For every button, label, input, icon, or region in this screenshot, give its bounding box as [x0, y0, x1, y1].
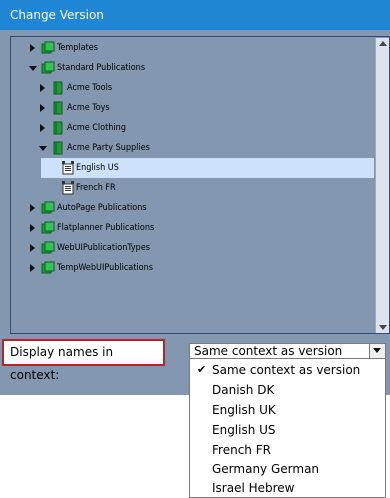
- version-document-icon: [62, 161, 74, 175]
- green-folder-icon: [41, 261, 55, 274]
- tree-item-label: TempWebUIPublications: [57, 263, 153, 273]
- tree-item-acme-toys[interactable]: Acme Toys: [11, 98, 374, 118]
- green-folder-icon: [41, 221, 55, 234]
- green-folder-icon: [41, 61, 55, 74]
- dropdown-option[interactable]: French FR: [190, 440, 385, 460]
- tree-item-label: Acme Party Supplies: [67, 143, 150, 153]
- dropdown-option-label: Same context as version: [212, 363, 361, 377]
- dropdown-option[interactable]: English UK: [190, 400, 385, 420]
- context-select-value: Same context as version: [194, 344, 343, 358]
- tree-scrollbar[interactable]: [375, 38, 389, 333]
- expand-arrow-icon[interactable]: [30, 224, 35, 232]
- version-document-icon: [62, 181, 74, 195]
- dropdown-option-label: English UK: [212, 403, 276, 417]
- green-folder-icon: [41, 201, 55, 214]
- chevron-down-icon: [373, 348, 381, 353]
- expand-arrow-icon[interactable]: [40, 124, 45, 132]
- scroll-up-icon[interactable]: [379, 41, 387, 46]
- publication-tree[interactable]: Templates Standard Publications Acme Too…: [10, 36, 390, 334]
- dropdown-option-label: Danish DK: [212, 383, 275, 397]
- dropdown-option[interactable]: English US: [190, 420, 385, 440]
- collapse-arrow-icon[interactable]: [39, 146, 47, 151]
- dropdown-option[interactable]: ✔ Same context as version: [190, 360, 385, 380]
- expand-arrow-icon[interactable]: [30, 204, 35, 212]
- green-folder-icon: [41, 41, 55, 54]
- context-label: Display names in context:: [2, 339, 165, 382]
- dialog-title: Change Version: [0, 0, 390, 30]
- expand-arrow-icon[interactable]: [30, 244, 35, 252]
- tree-item-tempwebuipublications[interactable]: TempWebUIPublications: [11, 258, 374, 278]
- tree-item-label: Acme Tools: [67, 83, 113, 93]
- tree-item-french-fr[interactable]: French FR: [11, 178, 374, 198]
- tree-item-label: Acme Toys: [67, 103, 110, 113]
- dropdown-button[interactable]: [369, 344, 385, 358]
- tree-item-label: Standard Publications: [57, 63, 146, 73]
- tree-item-standard-publications[interactable]: Standard Publications: [11, 58, 374, 78]
- tree-item-acme-tools[interactable]: Acme Tools: [11, 78, 374, 98]
- scroll-down-icon[interactable]: [379, 325, 387, 330]
- dropdown-option-label: Israel Hebrew: [212, 481, 295, 495]
- tree-item-label: Acme Clothing: [67, 123, 126, 133]
- expand-arrow-icon[interactable]: [40, 84, 45, 92]
- change-version-dialog: Change Version Templates Standard Public…: [0, 0, 390, 395]
- dropdown-option[interactable]: Israel Hebrew: [190, 478, 385, 498]
- expand-arrow-icon[interactable]: [40, 104, 45, 112]
- tree-item-label: English US: [76, 163, 119, 173]
- dropdown-option[interactable]: Danish DK: [190, 380, 385, 400]
- check-icon: ✔: [197, 363, 207, 376]
- collapse-arrow-icon[interactable]: [29, 66, 37, 71]
- dropdown-option-label: Germany German: [212, 462, 320, 476]
- tree-item-label: AutoPage Publications: [57, 203, 147, 213]
- green-book-icon: [53, 101, 63, 115]
- dropdown-option[interactable]: Germany German: [190, 459, 385, 479]
- tree-item-acme-clothing[interactable]: Acme Clothing: [11, 118, 374, 138]
- context-dropdown-list[interactable]: ✔ Same context as version Danish DK Engl…: [189, 359, 386, 498]
- green-book-icon: [53, 141, 63, 155]
- expand-arrow-icon[interactable]: [30, 264, 35, 272]
- green-folder-icon: [41, 241, 55, 254]
- tree-item-acme-party-supplies[interactable]: Acme Party Supplies: [11, 138, 374, 158]
- tree-item-label: French FR: [76, 183, 116, 193]
- tree-item-label: Templates: [57, 43, 99, 53]
- context-select[interactable]: Same context as version: [189, 343, 386, 359]
- tree-item-flatplanner-publications[interactable]: Flatplanner Publications: [11, 218, 374, 238]
- tree-item-webuipublicationtypes[interactable]: WebUIPublicationTypes: [11, 238, 374, 258]
- tree-item-templates[interactable]: Templates: [11, 38, 374, 58]
- tree-item-autopage-publications[interactable]: AutoPage Publications: [11, 198, 374, 218]
- expand-arrow-icon[interactable]: [30, 44, 35, 52]
- green-book-icon: [53, 121, 63, 135]
- tree-item-label: WebUIPublicationTypes: [57, 243, 151, 253]
- tree-item-english-us[interactable]: English US: [41, 158, 374, 178]
- dropdown-option-label: French FR: [212, 443, 271, 457]
- green-book-icon: [53, 81, 63, 95]
- tree-item-label: Flatplanner Publications: [57, 223, 155, 233]
- dropdown-option-label: English US: [212, 423, 276, 437]
